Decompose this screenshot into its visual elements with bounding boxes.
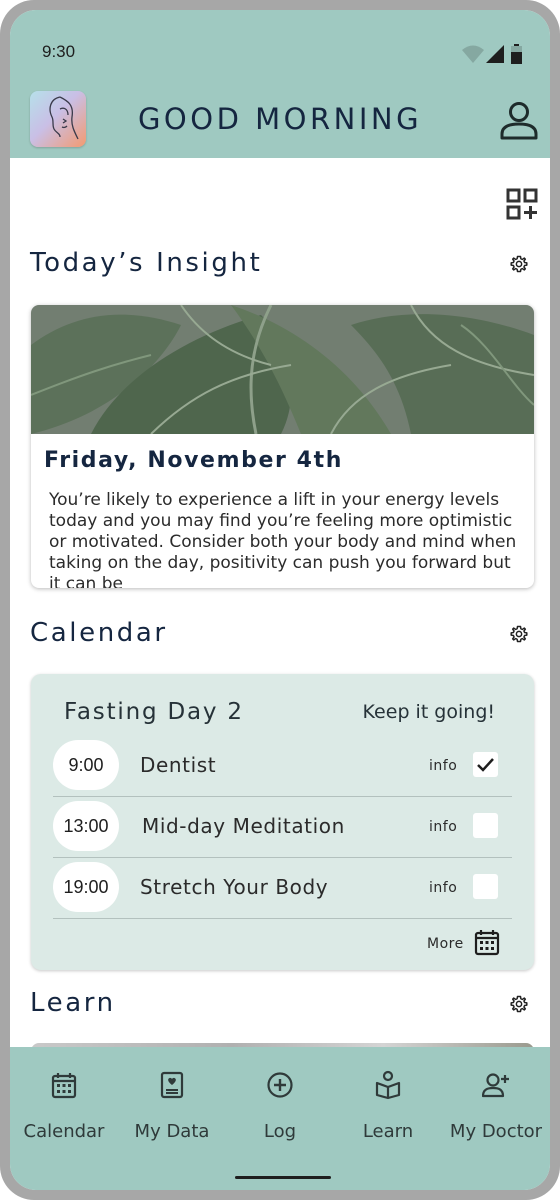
greeting-title: GOOD MORNING [137, 102, 423, 136]
device-frame: 9:30 GOOD MORNING Today’s Insight Friday… [0, 0, 560, 1200]
open-calendar-button[interactable] [474, 928, 500, 956]
learn-section-title: Learn [30, 988, 116, 1018]
nav-label: Learn [362, 1121, 414, 1142]
event-checkbox[interactable] [473, 752, 498, 777]
calendar-heading: Fasting Day 2 [64, 699, 244, 725]
nav-my-data[interactable]: My Data [118, 1047, 226, 1157]
event-time: 19:00 [53, 862, 119, 912]
insight-date: Friday, November 4th [44, 448, 343, 473]
event-time: 9:00 [53, 740, 119, 790]
book-reader-icon [375, 1070, 401, 1100]
event-name: Dentist [140, 753, 217, 777]
home-feed[interactable]: Today’s Insight Friday, November 4th You… [10, 158, 550, 1048]
nav-label: My Data [134, 1121, 210, 1142]
insight-card[interactable]: Friday, November 4th You’re likely to ex… [31, 305, 534, 588]
phone-screen: 9:30 GOOD MORNING Today’s Insight Friday… [10, 10, 550, 1190]
calendar-card: Fasting Day 2 Keep it going! 9:00 Dentis… [31, 674, 534, 970]
calendar-motto: Keep it going! [362, 701, 495, 723]
signal-icon [486, 45, 504, 63]
bottom-navigation: Calendar My Data Log Learn My Doctor [10, 1047, 550, 1190]
calendar-settings-button[interactable] [510, 625, 528, 643]
person-icon [500, 102, 538, 140]
monstera-leaves-photo [31, 305, 534, 434]
status-time: 9:30 [42, 42, 76, 61]
calendar-event-row[interactable]: 9:00 Dentist info [53, 735, 512, 797]
gear-icon [510, 625, 528, 643]
nav-log[interactable]: Log [226, 1047, 334, 1157]
top-app-bar: 9:30 GOOD MORNING [10, 10, 550, 158]
grid-add-icon [506, 188, 538, 220]
plus-circle-icon [267, 1072, 293, 1098]
home-indicator[interactable] [235, 1176, 331, 1179]
event-name: Mid-day Meditation [142, 814, 345, 838]
nav-learn[interactable]: Learn [334, 1047, 442, 1157]
status-icons [462, 43, 532, 70]
data-card-icon [160, 1071, 184, 1099]
wifi-icon [462, 45, 484, 63]
calendar-section-title: Calendar [30, 618, 168, 648]
add-widget-button[interactable] [504, 186, 540, 222]
calendar-icon [51, 1073, 77, 1099]
battery-icon [511, 44, 522, 64]
insight-settings-button[interactable] [510, 255, 528, 273]
calendar-event-row[interactable]: 19:00 Stretch Your Body info [53, 857, 512, 919]
event-info-link[interactable]: info [429, 880, 457, 896]
calendar-event-row[interactable]: 13:00 Mid-day Meditation info [53, 796, 512, 858]
nav-label: My Doctor [449, 1121, 543, 1142]
event-checkbox[interactable] [473, 874, 498, 899]
nav-calendar[interactable]: Calendar [10, 1047, 118, 1157]
more-link[interactable]: More [427, 936, 464, 952]
calendar-icon [474, 930, 500, 956]
event-info-link[interactable]: info [429, 758, 457, 774]
checkmark-icon [477, 758, 494, 772]
gear-icon [510, 255, 528, 273]
nav-label: Calendar [23, 1121, 105, 1142]
event-name: Stretch Your Body [140, 875, 329, 899]
nav-my-doctor[interactable]: My Doctor [442, 1047, 550, 1157]
profile-button[interactable] [496, 98, 542, 144]
event-time: 13:00 [53, 801, 119, 851]
gear-icon [510, 995, 528, 1013]
insight-text: You’re likely to experience a lift in yo… [49, 490, 517, 588]
add-person-icon [482, 1073, 509, 1098]
learn-settings-button[interactable] [510, 995, 528, 1013]
insight-section-title: Today’s Insight [30, 248, 263, 278]
nav-label: Log [263, 1121, 297, 1142]
event-info-link[interactable]: info [429, 819, 457, 835]
event-checkbox[interactable] [473, 813, 498, 838]
